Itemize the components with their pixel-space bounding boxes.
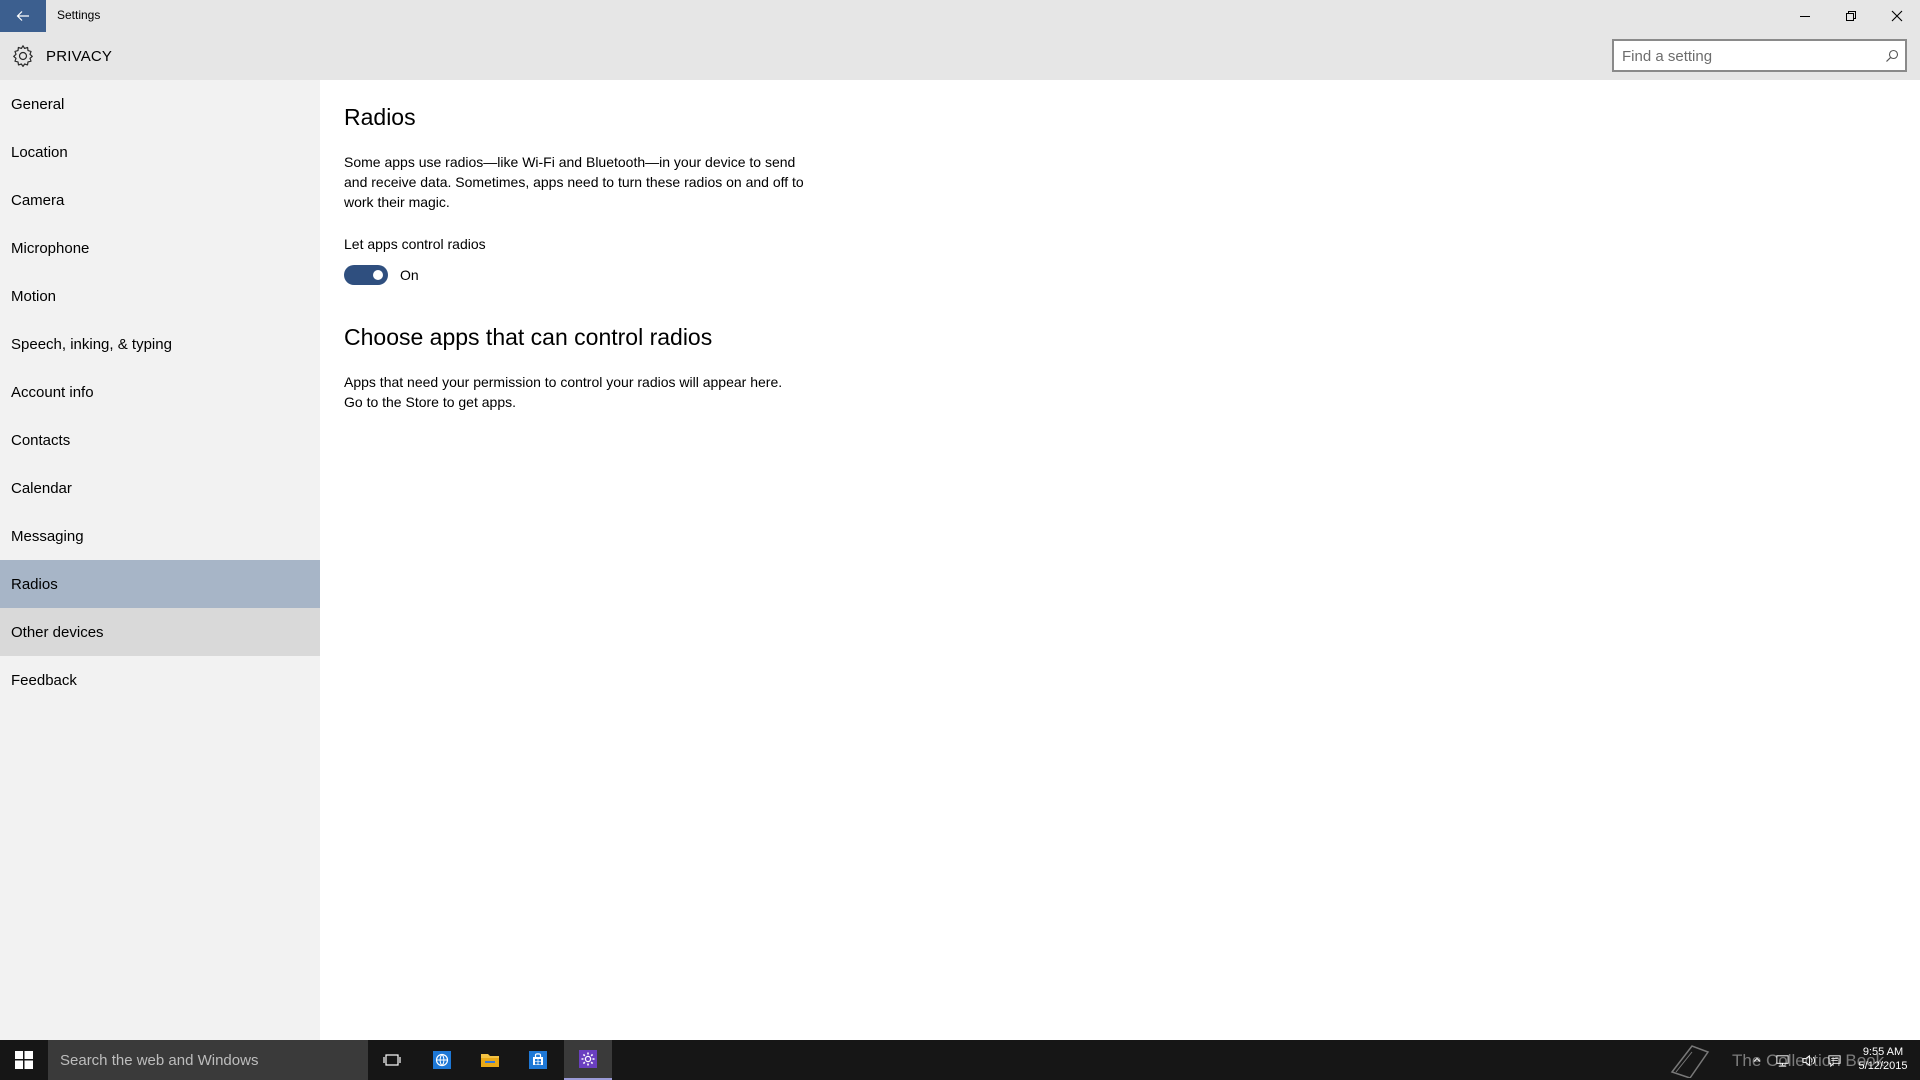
edge-browser-button[interactable]	[418, 1040, 466, 1080]
settings-gear-icon	[579, 1050, 597, 1068]
sidebar-item-label: Camera	[11, 191, 65, 209]
sidebar-item-label: Calendar	[11, 479, 72, 497]
sidebar-item-location[interactable]: Location	[0, 128, 320, 176]
radios-toggle-switch[interactable]	[344, 265, 388, 285]
toggle-label: Let apps control radios	[344, 236, 486, 252]
page-heading: Radios	[344, 104, 416, 130]
network-icon	[1775, 1054, 1789, 1067]
sidebar-item-account-info[interactable]: Account info	[0, 368, 320, 416]
file-explorer-button[interactable]	[466, 1040, 514, 1080]
search-input[interactable]	[1622, 47, 1872, 65]
gear-icon	[13, 45, 33, 67]
sidebar-item-general[interactable]: General	[0, 80, 320, 128]
sidebar-item-label: Contacts	[11, 431, 71, 449]
main-content: Radios Some apps use radios—like Wi-Fi a…	[320, 80, 1920, 1040]
close-button[interactable]	[1874, 0, 1920, 32]
store-button[interactable]	[514, 1040, 562, 1080]
volume-icon	[1801, 1054, 1815, 1066]
clock-date: 5/12/2015	[1858, 1060, 1908, 1072]
taskbar-search-text: Search the web and Windows	[60, 1052, 259, 1069]
toggle-knob	[373, 270, 383, 280]
apps-section-heading: Choose apps that can control radios	[344, 324, 713, 350]
file-explorer-icon	[481, 1054, 499, 1067]
minimize-icon	[1800, 16, 1810, 17]
network-button[interactable]	[1770, 1040, 1794, 1080]
sidebar-item-messaging[interactable]: Messaging	[0, 512, 320, 560]
sidebar-item-label: Other devices	[11, 623, 104, 641]
sidebar-item-feedback[interactable]: Feedback	[0, 656, 320, 704]
settings-taskbar-button[interactable]	[564, 1040, 612, 1080]
radios-description: Some apps use radios—like Wi-Fi and Blue…	[344, 154, 804, 210]
sidebar-item-other-devices[interactable]: Other devices	[0, 608, 320, 656]
sidebar-item-radios[interactable]: Radios	[0, 560, 320, 608]
title-bar: Settings	[0, 0, 1920, 32]
sidebar-item-label: Messaging	[11, 527, 84, 545]
taskbar-clock[interactable]: 9:55 AM 5/12/2015	[1852, 1045, 1914, 1073]
sidebar-item-label: General	[11, 95, 65, 113]
apps-description: Apps that need your permission to contro…	[344, 374, 783, 410]
sidebar-item-label: Microphone	[11, 239, 90, 257]
sidebar-item-camera[interactable]: Camera	[0, 176, 320, 224]
sidebar-item-microphone[interactable]: Microphone	[0, 224, 320, 272]
taskbar: Search the web and Windows The Collectio…	[0, 1040, 1920, 1080]
sidebar-item-speech[interactable]: Speech, inking, & typing	[0, 320, 320, 368]
restore-button[interactable]	[1828, 0, 1874, 32]
store-icon	[529, 1051, 547, 1069]
windows-logo-icon	[15, 1051, 33, 1069]
window-title: Settings	[57, 8, 101, 22]
sidebar-item-calendar[interactable]: Calendar	[0, 464, 320, 512]
task-view-icon	[383, 1054, 401, 1066]
action-center-icon	[1827, 1054, 1841, 1067]
sidebar-item-label: Speech, inking, & typing	[11, 335, 172, 353]
back-arrow-icon	[16, 11, 29, 21]
search-box[interactable]	[1612, 39, 1907, 72]
show-hidden-icons-button[interactable]	[1748, 1040, 1766, 1080]
start-button[interactable]	[0, 1040, 48, 1080]
toggle-state-text: On	[400, 267, 419, 283]
page-title: PRIVACY	[46, 48, 113, 65]
taskbar-search-box[interactable]: Search the web and Windows	[48, 1040, 368, 1080]
sidebar-item-label: Account info	[11, 383, 94, 401]
sidebar-item-contacts[interactable]: Contacts	[0, 416, 320, 464]
action-center-button[interactable]	[1822, 1040, 1846, 1080]
clock-time: 9:55 AM	[1862, 1046, 1904, 1058]
sidebar-item-motion[interactable]: Motion	[0, 272, 320, 320]
sidebar-item-label: Feedback	[11, 671, 77, 689]
sidebar-item-label: Radios	[11, 575, 58, 593]
task-view-button[interactable]	[368, 1040, 416, 1080]
edge-browser-icon	[433, 1051, 451, 1069]
sidebar-item-label: Motion	[11, 287, 57, 305]
volume-button[interactable]	[1796, 1040, 1820, 1080]
restore-icon	[1846, 11, 1856, 21]
sidebar-item-label: Location	[11, 143, 68, 161]
minimize-button[interactable]	[1782, 0, 1828, 32]
close-icon	[1891, 10, 1903, 22]
chevron-up-icon	[1753, 1057, 1761, 1062]
back-button[interactable]	[0, 0, 46, 32]
sidebar: General Location Camera Microphone Motio…	[0, 80, 320, 1040]
page-header: PRIVACY	[0, 32, 1920, 80]
search-icon[interactable]	[1885, 49, 1899, 63]
